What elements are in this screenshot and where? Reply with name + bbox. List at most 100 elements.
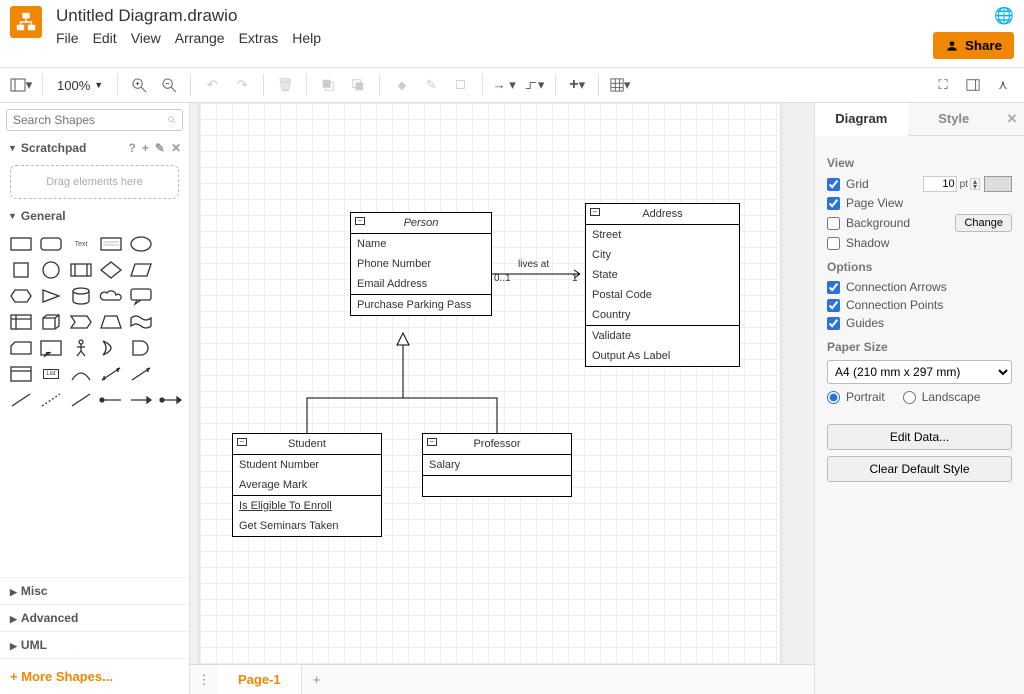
background-checkbox[interactable] [827,217,840,230]
page-tab-1[interactable]: Page-1 [218,665,302,694]
delete-icon[interactable]: 🗑 [272,72,298,98]
uml-student[interactable]: –Student Student Number Average Mark Is … [232,433,382,537]
to-back-icon[interactable] [345,72,371,98]
shape-actor[interactable] [68,337,94,359]
canvas[interactable]: –Person Name Phone Number Email Address … [190,103,814,664]
paper-size-select[interactable]: A4 (210 mm x 297 mm) [827,360,1012,384]
shape-step[interactable] [68,311,94,333]
zoom-dropdown[interactable]: 100% ▼ [51,78,109,93]
format-panel-icon[interactable] [960,72,986,98]
edge-inheritance[interactable] [300,333,510,435]
shadow-checkbox[interactable] [827,237,840,250]
shape-callout[interactable] [128,285,154,307]
pageview-checkbox[interactable] [827,197,840,210]
sidebar-toggle-icon[interactable]: ▾ [8,72,34,98]
shape-process[interactable] [68,259,94,281]
conn-arrows-checkbox[interactable] [827,281,840,294]
grid-size-stepper[interactable]: ▴▾ [970,178,980,190]
search-input[interactable] [13,113,168,127]
shape-blank5[interactable] [158,337,184,359]
category-advanced[interactable]: ▶Advanced [0,604,189,631]
insert-icon[interactable]: + ▾ [564,72,590,98]
menu-extras[interactable]: Extras [239,30,279,46]
line-color-icon[interactable]: ✎ [418,72,444,98]
shape-ellipse[interactable] [128,233,154,255]
shape-conn3[interactable] [158,389,184,411]
shape-rounded[interactable] [38,233,64,255]
close-panel-icon[interactable]: ✕ [1000,103,1024,135]
menu-edit[interactable]: Edit [93,30,117,46]
uml-person[interactable]: –Person Name Phone Number Email Address … [350,212,492,316]
shape-blank3[interactable] [158,285,184,307]
close-icon[interactable]: ✕ [171,141,181,155]
shape-cloud[interactable] [98,285,124,307]
tab-style[interactable]: Style [908,103,1001,135]
shape-blank2[interactable] [158,259,184,281]
shape-conn2[interactable] [128,389,154,411]
shape-trapezoid[interactable] [98,311,124,333]
shape-dashed[interactable] [38,389,64,411]
shape-internal[interactable] [8,311,34,333]
more-shapes-button[interactable]: + More Shapes... [0,658,189,694]
shape-blank6[interactable] [158,363,184,385]
shape-parallelogram[interactable] [128,259,154,281]
edit-data-button[interactable]: Edit Data... [827,424,1012,450]
shape-blank4[interactable] [158,311,184,333]
table-icon[interactable]: ▾ [607,72,633,98]
edge-label[interactable]: lives at [518,259,549,270]
landscape-radio[interactable] [903,391,916,404]
shape-arrow-bi[interactable] [98,363,124,385]
edit-icon[interactable]: ✎ [155,141,165,155]
shape-square[interactable] [8,259,34,281]
shape-diamond[interactable] [98,259,124,281]
collapse-icon[interactable]: – [427,438,437,446]
pages-menu-icon[interactable]: ⋮ [190,672,218,688]
shape-list[interactable] [8,363,34,385]
shape-and[interactable] [128,337,154,359]
change-bg-button[interactable]: Change [955,214,1012,232]
grid-checkbox[interactable] [827,178,840,191]
zoom-out-icon[interactable] [156,72,182,98]
to-front-icon[interactable] [315,72,341,98]
zoom-in-icon[interactable] [126,72,152,98]
add-page-icon[interactable]: + [302,672,332,687]
add-icon[interactable]: + [142,141,149,155]
shape-line2[interactable] [68,389,94,411]
undo-icon[interactable]: ↶ [199,72,225,98]
category-misc[interactable]: ▶Misc [0,577,189,604]
guides-checkbox[interactable] [827,317,840,330]
edge-mult-src[interactable]: 0..1 [494,273,511,284]
portrait-radio[interactable] [827,391,840,404]
collapse-icon[interactable]: ⋏ [990,72,1016,98]
collapse-icon[interactable]: – [237,438,247,446]
shape-arrow[interactable] [128,363,154,385]
shape-line[interactable] [8,389,34,411]
shape-list2[interactable]: List [38,363,64,385]
language-icon[interactable]: 🌐 [994,6,1014,26]
menu-view[interactable]: View [131,30,161,46]
uml-professor[interactable]: –Professor Salary [422,433,572,497]
redo-icon[interactable]: ↷ [229,72,255,98]
scratchpad-header[interactable]: ▼ Scratchpad ? + ✎ ✕ [0,137,189,159]
edge-mult-dst[interactable]: 1 [572,273,578,284]
grid-size-input[interactable] [923,176,957,192]
shape-blank[interactable] [158,233,184,255]
conn-points-checkbox[interactable] [827,299,840,312]
uml-address[interactable]: –Address Street City State Postal Code C… [585,203,740,367]
page-paper[interactable]: –Person Name Phone Number Email Address … [200,103,780,664]
shape-triangle[interactable] [38,285,64,307]
fullscreen-icon[interactable]: ⛶ [930,72,956,98]
search-shapes[interactable] [6,109,183,131]
share-button[interactable]: Share [933,32,1014,59]
connection-icon[interactable]: → ▾ [491,72,517,98]
scratchpad-dropzone[interactable]: Drag elements here [10,165,179,199]
tab-diagram[interactable]: Diagram [815,103,908,136]
shape-note[interactable] [38,337,64,359]
shadow-icon[interactable] [448,72,474,98]
shape-hexagon[interactable] [8,285,34,307]
menu-arrange[interactable]: Arrange [175,30,225,46]
shape-card[interactable] [8,337,34,359]
shape-tape[interactable] [128,311,154,333]
collapse-icon[interactable]: – [590,208,600,216]
shape-cube[interactable] [38,311,64,333]
